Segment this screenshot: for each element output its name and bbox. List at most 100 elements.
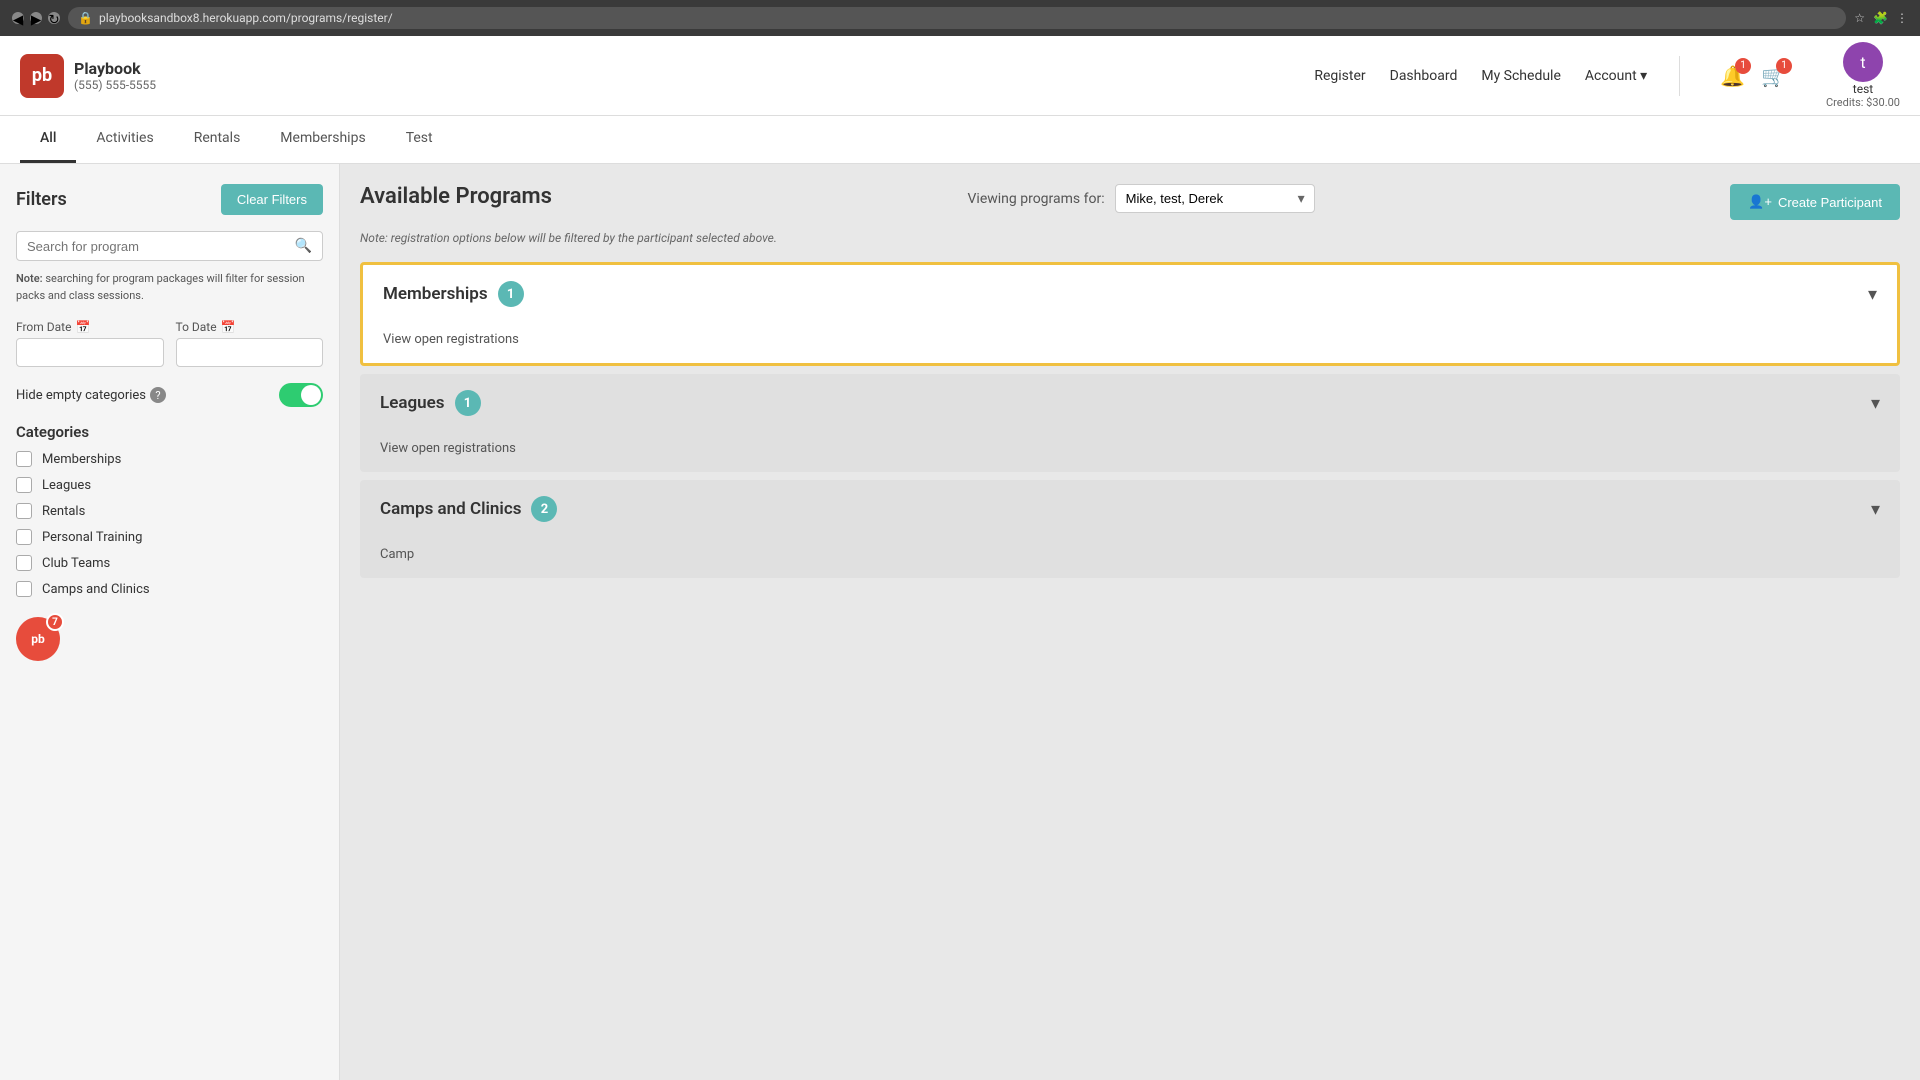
sidebar-header: Filters Clear Filters [16,184,323,215]
star-icon[interactable]: ☆ [1854,11,1865,25]
viewing-label: Viewing programs for: [968,191,1105,207]
url-bar[interactable]: 🔒 playbooksandbox8.herokuapp.com/program… [68,7,1846,29]
cart-icon-wrap[interactable]: 🛒 1 [1761,64,1786,88]
tab-rentals[interactable]: Rentals [174,116,261,163]
user-avatar: t [1843,42,1883,82]
registration-note: Note: registration options below will be… [360,231,777,245]
sidebar: Filters Clear Filters 🔍 Note: searching … [0,164,340,1080]
category-checkbox-camps-and-clinics[interactable] [16,581,32,597]
logo-icon: pb [20,54,64,98]
search-input[interactable] [27,239,295,254]
reload-btn[interactable]: ↻ [48,12,60,24]
leagues-sub[interactable]: View open registrations [380,441,516,456]
program-card-camps-body: Camp [360,538,1900,578]
back-btn[interactable]: ◀ [12,12,24,24]
program-card-leagues-title: Leagues 1 [380,390,481,416]
category-label-camps-and-clinics: Camps and Clinics [42,582,150,597]
header-icons: 🔔 1 🛒 1 [1720,64,1786,88]
search-icon: 🔍 [295,238,312,254]
tabs-bar: All Activities Rentals Memberships Test [0,116,1920,164]
leagues-count-badge: 1 [455,390,481,416]
to-date-input[interactable] [176,338,324,367]
available-programs-title: Available Programs [360,184,552,209]
help-icon: ? [150,387,166,403]
tab-activities[interactable]: Activities [76,116,173,163]
viewing-for-row: Viewing programs for: Mike, test, Derek [968,184,1315,213]
tab-all[interactable]: All [20,116,76,163]
tab-test[interactable]: Test [386,116,453,163]
category-memberships[interactable]: Memberships [16,451,323,467]
program-card-camps-title: Camps and Clinics 2 [380,496,557,522]
tab-memberships[interactable]: Memberships [260,116,385,163]
user-name: test [1853,82,1873,96]
category-checkbox-leagues[interactable] [16,477,32,493]
programs-area: Available Programs Viewing programs for:… [340,164,1920,1080]
nav-my-schedule[interactable]: My Schedule [1481,68,1561,84]
program-card-memberships-header[interactable]: Memberships 1 ▾ [363,265,1897,323]
program-card-memberships-title: Memberships 1 [383,281,524,307]
nav-dashboard[interactable]: Dashboard [1390,68,1458,84]
hide-empty-toggle[interactable] [279,383,323,407]
user-area[interactable]: t test Credits: $30.00 [1826,42,1900,109]
hide-empty-row: Hide empty categories ? [16,383,323,407]
notification-bell[interactable]: 🔔 1 [1720,64,1745,88]
browser-bar: ◀ ▶ ↻ 🔒 playbooksandbox8.herokuapp.com/p… [0,0,1920,36]
lock-icon: 🔒 [78,11,93,25]
from-date-label: From Date 📅 [16,320,164,334]
logo-text: Playbook (555) 555-5555 [74,59,156,92]
category-checkbox-memberships[interactable] [16,451,32,467]
extension-icon[interactable]: 🧩 [1873,11,1888,25]
leagues-chevron-icon: ▾ [1871,393,1880,414]
category-label-memberships: Memberships [42,452,121,467]
memberships-chevron-icon: ▾ [1868,284,1877,305]
nav-register[interactable]: Register [1314,68,1365,84]
divider [1679,56,1680,96]
from-date-input[interactable] [16,338,164,367]
to-date-field: To Date 📅 [176,320,324,367]
sidebar-bottom-icon: pb 7 [16,617,60,661]
hide-empty-label: Hide empty categories ? [16,387,166,403]
to-date-label: To Date 📅 [176,320,324,334]
create-participant-button[interactable]: 👤+ Create Participant [1730,184,1900,220]
memberships-count-badge: 1 [498,281,524,307]
cart-badge: 1 [1776,58,1792,74]
app-name: Playbook [74,59,156,78]
camps-chevron-icon: ▾ [1871,499,1880,520]
memberships-sub[interactable]: View open registrations [383,332,519,347]
menu-icon[interactable]: ⋮ [1896,11,1908,25]
category-checkbox-personal-training[interactable] [16,529,32,545]
forward-btn[interactable]: ▶ [30,12,42,24]
category-club-teams[interactable]: Club Teams [16,555,323,571]
category-leagues[interactable]: Leagues [16,477,323,493]
program-card-leagues-header[interactable]: Leagues 1 ▾ [360,374,1900,432]
camps-count-badge: 2 [531,496,557,522]
category-checkbox-rentals[interactable] [16,503,32,519]
category-label-leagues: Leagues [42,478,91,493]
app-header: pb Playbook (555) 555-5555 Register Dash… [0,36,1920,116]
category-checkbox-club-teams[interactable] [16,555,32,571]
clear-filters-button[interactable]: Clear Filters [221,184,323,215]
app-phone: (555) 555-5555 [74,78,156,92]
program-card-leagues: Leagues 1 ▾ View open registrations [360,374,1900,472]
program-card-leagues-body: View open registrations [360,432,1900,472]
program-card-camps-header[interactable]: Camps and Clinics 2 ▾ [360,480,1900,538]
camps-sub[interactable]: Camp [380,547,414,562]
categories-title: Categories [16,423,323,441]
sidebar-icon-letter: pb [31,632,45,646]
category-camps-and-clinics[interactable]: Camps and Clinics [16,581,323,597]
participant-select[interactable]: Mike, test, Derek [1115,184,1315,213]
create-participant-icon: 👤+ [1748,194,1772,210]
program-card-memberships-body: View open registrations [363,323,1897,363]
search-box[interactable]: 🔍 [16,231,323,261]
browser-controls: ◀ ▶ ↻ [12,12,60,24]
calendar-icon-to: 📅 [221,320,236,334]
logo-initials: pb [32,65,52,86]
category-personal-training[interactable]: Personal Training [16,529,323,545]
category-label-rentals: Rentals [42,504,85,519]
category-rentals[interactable]: Rentals [16,503,323,519]
url-text: playbooksandbox8.herokuapp.com/programs/… [99,11,393,25]
header-nav: Register Dashboard My Schedule Account ▾… [1314,42,1900,109]
calendar-icon-from: 📅 [75,320,90,334]
nav-account[interactable]: Account ▾ [1585,68,1647,84]
date-row: From Date 📅 To Date 📅 [16,320,323,367]
